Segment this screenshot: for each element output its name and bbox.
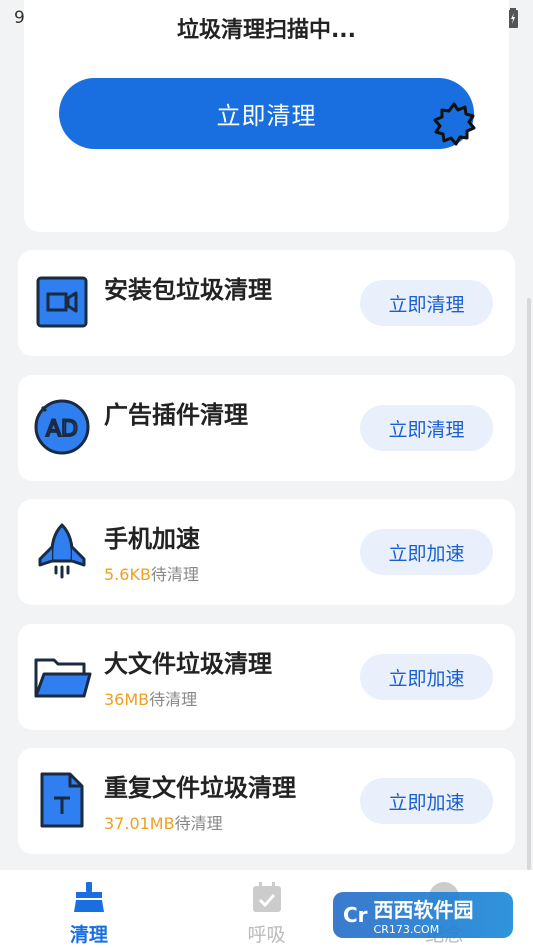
gear-icon xyxy=(433,102,476,146)
broom-icon xyxy=(73,882,104,912)
pending-label: 待清理 xyxy=(149,690,198,709)
watermark-mark: Cr xyxy=(343,903,368,927)
card-action-button[interactable]: 立即加速 xyxy=(360,529,493,575)
card-subtitle: 37.01MB待清理 xyxy=(104,810,223,834)
svg-text:AD: AD xyxy=(46,417,78,442)
card-action-button[interactable]: 立即清理 xyxy=(360,280,493,326)
tab-label: 清理 xyxy=(69,924,108,946)
card-title: 重复文件垃圾清理 xyxy=(104,774,296,802)
pending-label: 待清理 xyxy=(150,565,199,584)
scrollbar[interactable] xyxy=(527,298,531,870)
card-title: 手机加速 xyxy=(104,525,200,553)
tab-clean[interactable]: 清理 xyxy=(0,870,178,948)
video-package-icon xyxy=(36,276,88,328)
pending-label: 待清理 xyxy=(174,814,223,833)
tab-breathe[interactable]: 呼吸 xyxy=(178,870,356,948)
ad-icon: AD xyxy=(34,399,90,455)
watermark-logo: Cr 西西软件园 CR173.COM xyxy=(333,892,513,938)
card-action-button[interactable]: 立即加速 xyxy=(360,654,493,700)
clean-now-button[interactable]: 立即清理 xyxy=(59,78,474,149)
card-title: 安装包垃圾清理 xyxy=(104,276,272,304)
list-item-ad-cleanup: AD 广告插件清理 立即清理 xyxy=(18,375,515,481)
watermark-url: CR173.COM xyxy=(373,923,440,936)
calendar-check-icon xyxy=(252,882,281,912)
folder-icon xyxy=(34,658,92,698)
list-item-package-cleanup: 安装包垃圾清理 立即清理 xyxy=(18,250,515,356)
list-item-large-file-cleanup: 大文件垃圾清理 36MB待清理 立即加速 xyxy=(18,624,515,730)
watermark-text: 西西软件园 xyxy=(373,898,474,922)
watermark-text-group: 西西软件园 CR173.COM xyxy=(374,894,474,936)
card-action-button[interactable]: 立即加速 xyxy=(360,778,493,824)
junk-size: 5.6KB xyxy=(104,565,151,584)
junk-size: 37.01MB xyxy=(104,814,175,833)
rocket-icon xyxy=(38,523,86,579)
card-subtitle: 5.6KB待清理 xyxy=(104,561,199,585)
tab-label: 呼吸 xyxy=(247,924,286,946)
list-item-duplicate-file-cleanup: 重复文件垃圾清理 37.01MB待清理 立即加速 xyxy=(18,748,515,854)
text-file-icon xyxy=(40,772,84,828)
card-title: 广告插件清理 xyxy=(104,401,248,429)
card-title: 大文件垃圾清理 xyxy=(104,650,272,678)
card-action-button[interactable]: 立即清理 xyxy=(360,405,493,451)
junk-size: 36MB xyxy=(104,690,150,709)
card-subtitle: 36MB待清理 xyxy=(104,686,197,710)
page-title: 垃圾清理扫描中... xyxy=(176,18,357,43)
list-item-phone-speedup: 手机加速 5.6KB待清理 立即加速 xyxy=(18,499,515,605)
